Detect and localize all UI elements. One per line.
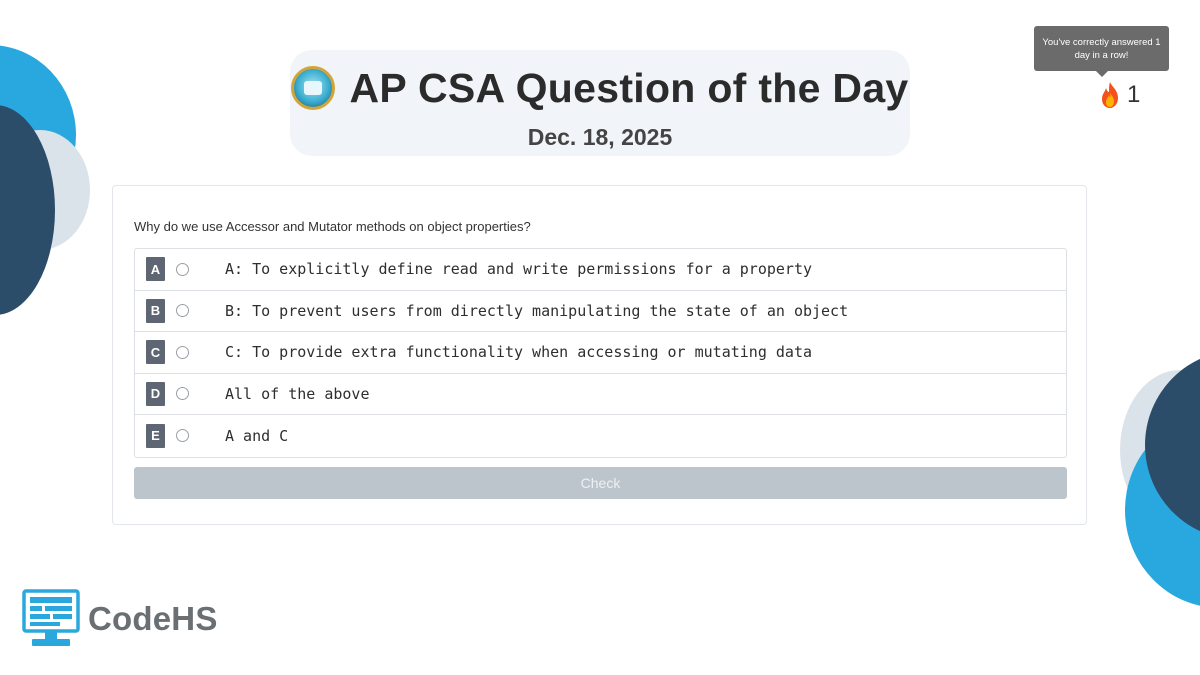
flame-icon <box>1102 82 1118 108</box>
decorative-blob-left <box>0 45 90 315</box>
answer-choices: A A: To explicitly define read and write… <box>134 248 1067 458</box>
choice-c[interactable]: C C: To provide extra functionality when… <box>135 332 1066 374</box>
radio-button[interactable] <box>176 387 189 401</box>
choice-b[interactable]: B B: To prevent users from directly mani… <box>135 291 1066 332</box>
choice-e[interactable]: E A and C <box>135 415 1066 457</box>
radio-button[interactable] <box>176 345 189 359</box>
streak-tooltip: You've correctly answered 1 day in a row… <box>1034 26 1169 77</box>
choice-text: All of the above <box>225 384 370 403</box>
title-row: AP CSA Question of the Day <box>290 58 910 118</box>
choice-text: B: To prevent users from directly manipu… <box>225 301 849 320</box>
question-prompt: Why do we use Accessor and Mutator metho… <box>134 219 531 234</box>
computer-monitor-icon <box>22 589 80 646</box>
choice-text: C: To provide extra functionality when a… <box>225 343 812 362</box>
choice-letter-badge: E <box>146 423 165 448</box>
codehs-wordmark: CodeHS <box>88 600 218 637</box>
check-button[interactable]: Check <box>134 467 1067 499</box>
streak-counter[interactable]: 1 <box>1098 80 1140 110</box>
choice-letter-badge: A <box>146 257 165 282</box>
page-date: Dec. 18, 2025 <box>527 124 673 150</box>
radio-button[interactable] <box>176 304 189 318</box>
decorative-blob-right <box>1120 358 1200 606</box>
streak-count: 1 <box>1127 81 1141 108</box>
choice-letter-badge: B <box>146 298 165 323</box>
page-title: AP CSA Question of the Day <box>349 64 909 111</box>
codehs-logo: CodeHS <box>22 589 218 649</box>
qotd-logo-icon <box>291 66 336 110</box>
radio-button[interactable] <box>176 262 189 276</box>
choice-letter-badge: C <box>146 340 165 365</box>
choice-text: A: To explicitly define read and write p… <box>225 260 812 279</box>
radio-button[interactable] <box>176 429 189 443</box>
choice-d[interactable]: D All of the above <box>135 374 1066 415</box>
choice-text: A and C <box>225 426 289 445</box>
question-card: Why do we use Accessor and Mutator metho… <box>112 185 1087 525</box>
choice-a[interactable]: A A: To explicitly define read and write… <box>135 249 1066 291</box>
choice-letter-badge: D <box>146 381 165 406</box>
header-card: AP CSA Question of the Day Dec. 18, 2025 <box>290 50 910 156</box>
